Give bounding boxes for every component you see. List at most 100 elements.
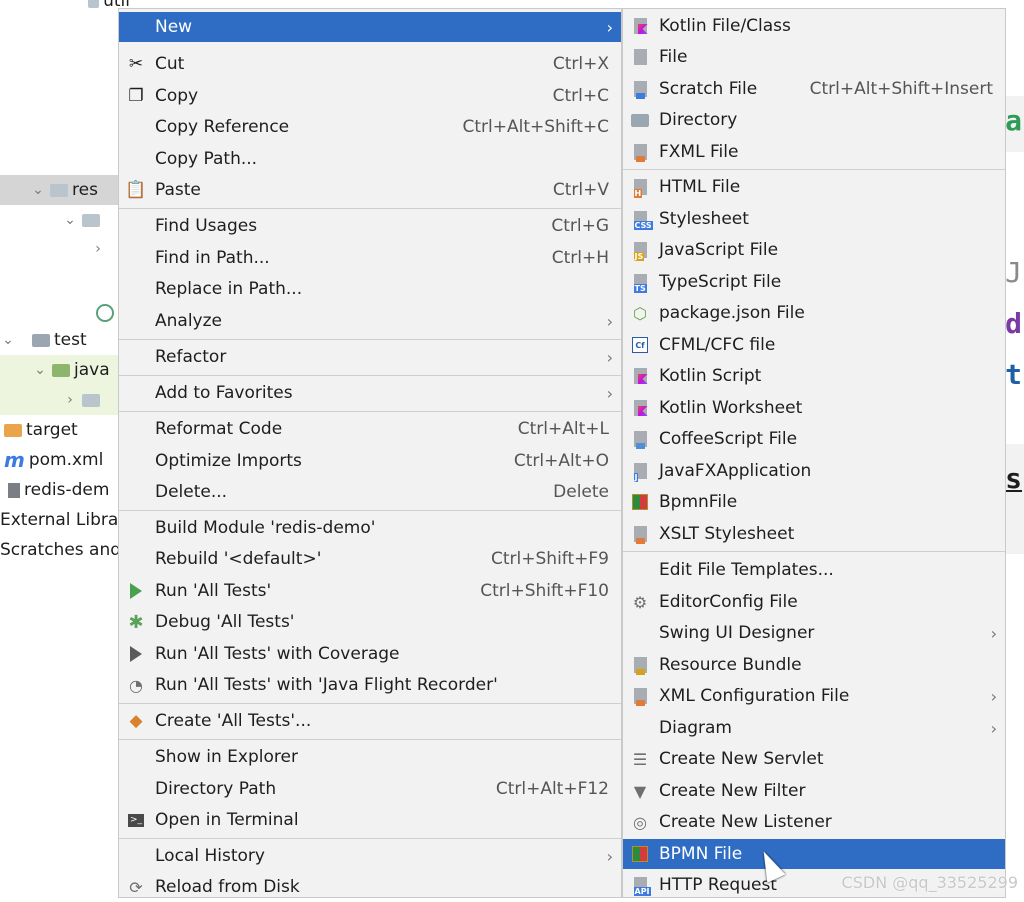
- project-tree: util ⌄ res ⌄ › ⌄ test ⌄ java › target m pom.…: [0, 0, 130, 898]
- reload-icon: ⟳: [129, 877, 143, 897]
- editor-highlight: [1004, 444, 1024, 554]
- menu-item-find-usages[interactable]: Find Usages Ctrl+G: [119, 211, 621, 241]
- menu-item-typescript-file[interactable]: TS TypeScript File: [623, 267, 1005, 297]
- menu-item-add-to-favorites[interactable]: Add to Favorites ›: [119, 378, 621, 408]
- menu-separator: [623, 551, 1005, 552]
- coverage-icon: [125, 643, 147, 665]
- menu-item-run-with-jfr[interactable]: ◔ Run 'All Tests' with 'Java Flight Reco…: [119, 670, 621, 700]
- tree-item-target[interactable]: target: [0, 415, 130, 445]
- menu-item-kotlin-file-class[interactable]: Kotlin File/Class: [623, 11, 1005, 41]
- menu-item-build-module[interactable]: Build Module 'redis-demo': [119, 513, 621, 543]
- menu-separator: [119, 510, 621, 511]
- nodejs-icon: ⬡: [633, 303, 647, 323]
- menu-item-javascript-file[interactable]: JS JavaScript File: [623, 235, 1005, 265]
- tree-item-package[interactable]: ›: [0, 385, 130, 415]
- tree-item-test[interactable]: ⌄ test: [0, 325, 130, 355]
- tree-item-iml[interactable]: redis-dem: [0, 475, 130, 505]
- menu-separator: [623, 169, 1005, 170]
- tree-item-collapsed[interactable]: ›: [0, 234, 130, 264]
- chevron-right-icon: ›: [606, 311, 613, 331]
- menu-item-copy-path[interactable]: Copy Path...: [119, 144, 621, 174]
- chevron-right-icon: ›: [67, 392, 73, 408]
- menu-item-rebuild[interactable]: Rebuild '<default>' Ctrl+Shift+F9: [119, 544, 621, 574]
- menu-item-run-with-coverage[interactable]: Run 'All Tests' with Coverage: [119, 639, 621, 669]
- editor-char: a: [1005, 104, 1022, 137]
- menu-item-new[interactable]: New ›: [119, 12, 621, 42]
- chevron-right-icon: ›: [606, 383, 613, 403]
- menu-item-open-in-terminal[interactable]: >_ Open in Terminal: [119, 805, 621, 835]
- menu-item-file[interactable]: File: [623, 42, 1005, 72]
- clipboard-icon: 📋: [125, 180, 147, 200]
- menu-item-edit-file-templates[interactable]: Edit File Templates...: [623, 555, 1005, 585]
- menu-item-create-new-listener[interactable]: ◎ Create New Listener: [623, 807, 1005, 837]
- http-request-icon: API: [629, 874, 651, 896]
- menu-item-run-tests[interactable]: Run 'All Tests' Ctrl+Shift+F10: [119, 576, 621, 606]
- menu-item-fxml-file[interactable]: FXML File: [623, 137, 1005, 167]
- chevron-right-icon: ›: [606, 17, 613, 37]
- menu-item-coffeescript-file[interactable]: CoffeeScript File: [623, 424, 1005, 454]
- editor-char: t: [1005, 358, 1022, 391]
- menu-separator: [119, 375, 621, 376]
- menu-item-show-in-explorer[interactable]: Show in Explorer: [119, 742, 621, 772]
- menu-item-cut[interactable]: ✂ Cut Ctrl+X: [119, 49, 621, 79]
- tree-item-util[interactable]: util: [0, 0, 130, 16]
- listener-icon: ◎: [633, 812, 647, 832]
- menu-item-copy[interactable]: ❐ Copy Ctrl+C: [119, 81, 621, 111]
- chevron-right-icon: ›: [990, 718, 997, 738]
- folder-icon: [4, 423, 22, 437]
- file-icon: [8, 482, 20, 498]
- menu-item-resource-bundle[interactable]: Resource Bundle: [623, 650, 1005, 680]
- menu-item-editorconfig-file[interactable]: ⚙ EditorConfig File: [623, 587, 1005, 617]
- tree-item-external-libraries[interactable]: External Libra: [0, 505, 130, 535]
- folder-icon: [52, 363, 70, 377]
- tree-item-pom[interactable]: m pom.xml: [0, 445, 130, 475]
- editor-char: s: [1005, 462, 1022, 495]
- menu-item-package-json[interactable]: ⬡ package.json File: [623, 298, 1005, 328]
- menu-item-html-file[interactable]: H HTML File: [623, 172, 1005, 202]
- menu-item-kotlin-script[interactable]: Kotlin Script: [623, 361, 1005, 391]
- new-submenu: Kotlin File/Class File Scratch File Ctrl…: [622, 8, 1006, 898]
- tree-item-subfolder[interactable]: ⌄: [0, 205, 130, 235]
- menu-item-replace-in-path[interactable]: Replace in Path...: [119, 274, 621, 304]
- chevron-down-icon: ⌄: [2, 332, 14, 348]
- editor-char: J: [1005, 256, 1022, 289]
- menu-item-scratch-file[interactable]: Scratch File Ctrl+Alt+Shift+Insert: [623, 74, 1005, 104]
- folder-icon: [88, 0, 100, 8]
- chevron-right-icon: ›: [990, 623, 997, 643]
- menu-item-bpmn-file[interactable]: BPMN File: [623, 839, 1005, 869]
- menu-item-xslt-stylesheet[interactable]: XSLT Stylesheet: [623, 519, 1005, 549]
- menu-item-local-history[interactable]: Local History ›: [119, 841, 621, 871]
- menu-item-analyze[interactable]: Analyze ›: [119, 306, 621, 336]
- menu-item-create-new-servlet[interactable]: ☰ Create New Servlet: [623, 744, 1005, 774]
- menu-item-refactor[interactable]: Refactor ›: [119, 342, 621, 372]
- menu-item-find-in-path[interactable]: Find in Path... Ctrl+H: [119, 243, 621, 273]
- menu-item-reformat-code[interactable]: Reformat Code Ctrl+Alt+L: [119, 414, 621, 444]
- menu-item-directory-path[interactable]: Directory Path Ctrl+Alt+F12: [119, 774, 621, 804]
- tree-item-scratches[interactable]: Scratches and: [0, 535, 130, 565]
- menu-item-create-new-filter[interactable]: ▼ Create New Filter: [623, 776, 1005, 806]
- menu-item-stylesheet[interactable]: CSS Stylesheet: [623, 204, 1005, 234]
- menu-item-swing-ui-designer[interactable]: Swing UI Designer ›: [623, 618, 1005, 648]
- watermark: CSDN @qq_33525299: [841, 873, 1018, 892]
- menu-item-optimize-imports[interactable]: Optimize Imports Ctrl+Alt+O: [119, 446, 621, 476]
- menu-item-paste[interactable]: 📋 Paste Ctrl+V: [119, 175, 621, 205]
- menu-item-debug-tests[interactable]: ✱ Debug 'All Tests': [119, 607, 621, 637]
- menu-item-xml-configuration-file[interactable]: XML Configuration File ›: [623, 681, 1005, 711]
- menu-item-create-tests[interactable]: ◆ Create 'All Tests'...: [119, 706, 621, 736]
- resource-bundle-icon: [629, 654, 651, 676]
- tree-item-java[interactable]: ⌄ java: [0, 355, 130, 385]
- menu-item-diagram[interactable]: Diagram ›: [623, 713, 1005, 743]
- tree-item-config[interactable]: [0, 298, 130, 328]
- menu-item-delete[interactable]: Delete... Delete: [119, 477, 621, 507]
- menu-item-kotlin-worksheet[interactable]: Kotlin Worksheet: [623, 393, 1005, 423]
- menu-item-directory[interactable]: Directory: [623, 105, 1005, 135]
- tree-item-resources[interactable]: ⌄ res: [0, 175, 130, 205]
- menu-item-cfml-file[interactable]: Cf CFML/CFC file: [623, 330, 1005, 360]
- menu-item-bpmnfile[interactable]: BpmnFile: [623, 487, 1005, 517]
- folder-icon: [82, 213, 100, 227]
- menu-item-javafx-application[interactable]: J JavaFXApplication: [623, 456, 1005, 486]
- terminal-icon: >_: [128, 813, 144, 827]
- xml-file-icon: [629, 685, 651, 707]
- menu-separator: [119, 208, 621, 209]
- menu-item-copy-reference[interactable]: Copy Reference Ctrl+Alt+Shift+C: [119, 112, 621, 142]
